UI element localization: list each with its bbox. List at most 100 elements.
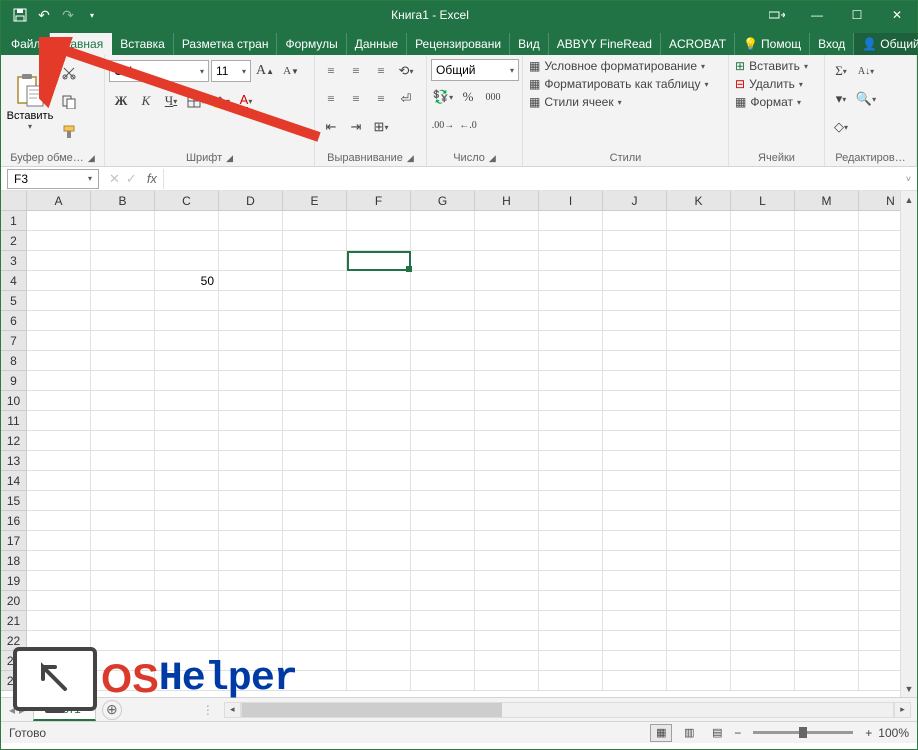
cell[interactable] [539,651,603,671]
cell[interactable] [667,311,731,331]
cell[interactable] [283,471,347,491]
row-head-23[interactable]: 23 [1,651,27,671]
cell[interactable] [283,631,347,651]
orientation-button[interactable]: ⟲▾ [394,59,418,83]
cell[interactable] [667,251,731,271]
cell[interactable] [795,531,859,551]
cell[interactable] [219,231,283,251]
zoom-out-button[interactable]: − [734,726,741,740]
row-head-10[interactable]: 10 [1,391,27,411]
cell[interactable] [539,311,603,331]
cell[interactable] [539,251,603,271]
horizontal-scrollbar[interactable]: ◂ ▸ [224,702,911,718]
cell[interactable] [795,411,859,431]
cell[interactable] [603,471,667,491]
fx-icon[interactable]: fx [147,171,157,186]
tab-page-layout[interactable]: Разметка стран [174,33,278,55]
percent-button[interactable]: % [456,85,480,109]
cell[interactable] [411,251,475,271]
cell[interactable] [795,371,859,391]
cells-area[interactable]: 50 [27,211,917,691]
cell[interactable] [475,411,539,431]
cell[interactable] [155,651,219,671]
cell[interactable] [91,291,155,311]
cell[interactable] [731,411,795,431]
cell[interactable] [91,671,155,691]
cell[interactable] [667,431,731,451]
accounting-button[interactable]: 💱▾ [431,85,455,109]
merge-button[interactable]: ⊞▾ [369,115,393,139]
cell[interactable] [91,631,155,651]
italic-button[interactable]: К [134,89,158,113]
cell[interactable] [91,471,155,491]
cell[interactable] [667,531,731,551]
cell[interactable] [667,631,731,651]
cell[interactable] [91,451,155,471]
cell[interactable] [155,211,219,231]
cell[interactable] [539,511,603,531]
cell[interactable] [667,571,731,591]
cell[interactable] [795,631,859,651]
font-name-select[interactable]: Cal▾ [109,60,209,82]
cell[interactable] [27,271,91,291]
cell[interactable] [411,631,475,651]
cell[interactable] [411,431,475,451]
cell[interactable] [155,251,219,271]
cell[interactable] [27,611,91,631]
cell[interactable] [219,431,283,451]
cell[interactable] [411,271,475,291]
row-head-12[interactable]: 12 [1,431,27,451]
cell[interactable] [283,211,347,231]
cell[interactable] [667,411,731,431]
row-head-16[interactable]: 16 [1,511,27,531]
cell[interactable] [795,451,859,471]
cell[interactable] [347,551,411,571]
dialog-launcher-icon[interactable]: ◢ [489,153,496,164]
cell[interactable] [91,491,155,511]
cell[interactable] [475,471,539,491]
name-box[interactable]: F3▾ [7,169,99,189]
cell[interactable] [667,391,731,411]
cell[interactable] [667,331,731,351]
cell[interactable] [411,211,475,231]
find-button[interactable]: 🔍▾ [854,87,878,111]
cell[interactable] [219,651,283,671]
cell[interactable] [347,591,411,611]
insert-cells-button[interactable]: ⊞Вставить▾ [731,57,822,75]
cell[interactable] [731,371,795,391]
cell[interactable] [219,571,283,591]
cell[interactable] [731,391,795,411]
cell[interactable] [155,511,219,531]
cell[interactable] [347,211,411,231]
row-headers[interactable]: 123456789101112131415161718192021222324 [1,211,27,691]
cell[interactable] [347,471,411,491]
font-color-button[interactable]: A▾ [234,89,258,113]
cell[interactable] [91,391,155,411]
col-head-E[interactable]: E [283,191,347,211]
cell[interactable] [539,571,603,591]
cell[interactable] [155,571,219,591]
sheet-tab-1[interactable]: Лист1 [33,698,96,721]
cell[interactable] [219,251,283,271]
tab-formulas[interactable]: Формулы [277,33,346,55]
tab-insert[interactable]: Вставка [112,33,174,55]
paste-button[interactable]: Вставить ▾ [5,59,55,146]
cell[interactable] [731,211,795,231]
cell[interactable] [219,611,283,631]
cell[interactable] [155,431,219,451]
cell[interactable] [155,291,219,311]
cell[interactable] [667,271,731,291]
cell[interactable] [283,591,347,611]
cell[interactable] [91,591,155,611]
tab-review[interactable]: Рецензировани [407,33,510,55]
align-right-button[interactable]: ≡ [369,87,393,111]
row-head-24[interactable]: 24 [1,671,27,691]
cell[interactable] [411,471,475,491]
cell[interactable] [219,211,283,231]
cell[interactable] [219,511,283,531]
cell[interactable] [219,551,283,571]
align-center-button[interactable]: ≡ [344,87,368,111]
scroll-up-button[interactable]: ▲ [901,191,917,208]
cell[interactable] [219,471,283,491]
cell[interactable] [795,591,859,611]
